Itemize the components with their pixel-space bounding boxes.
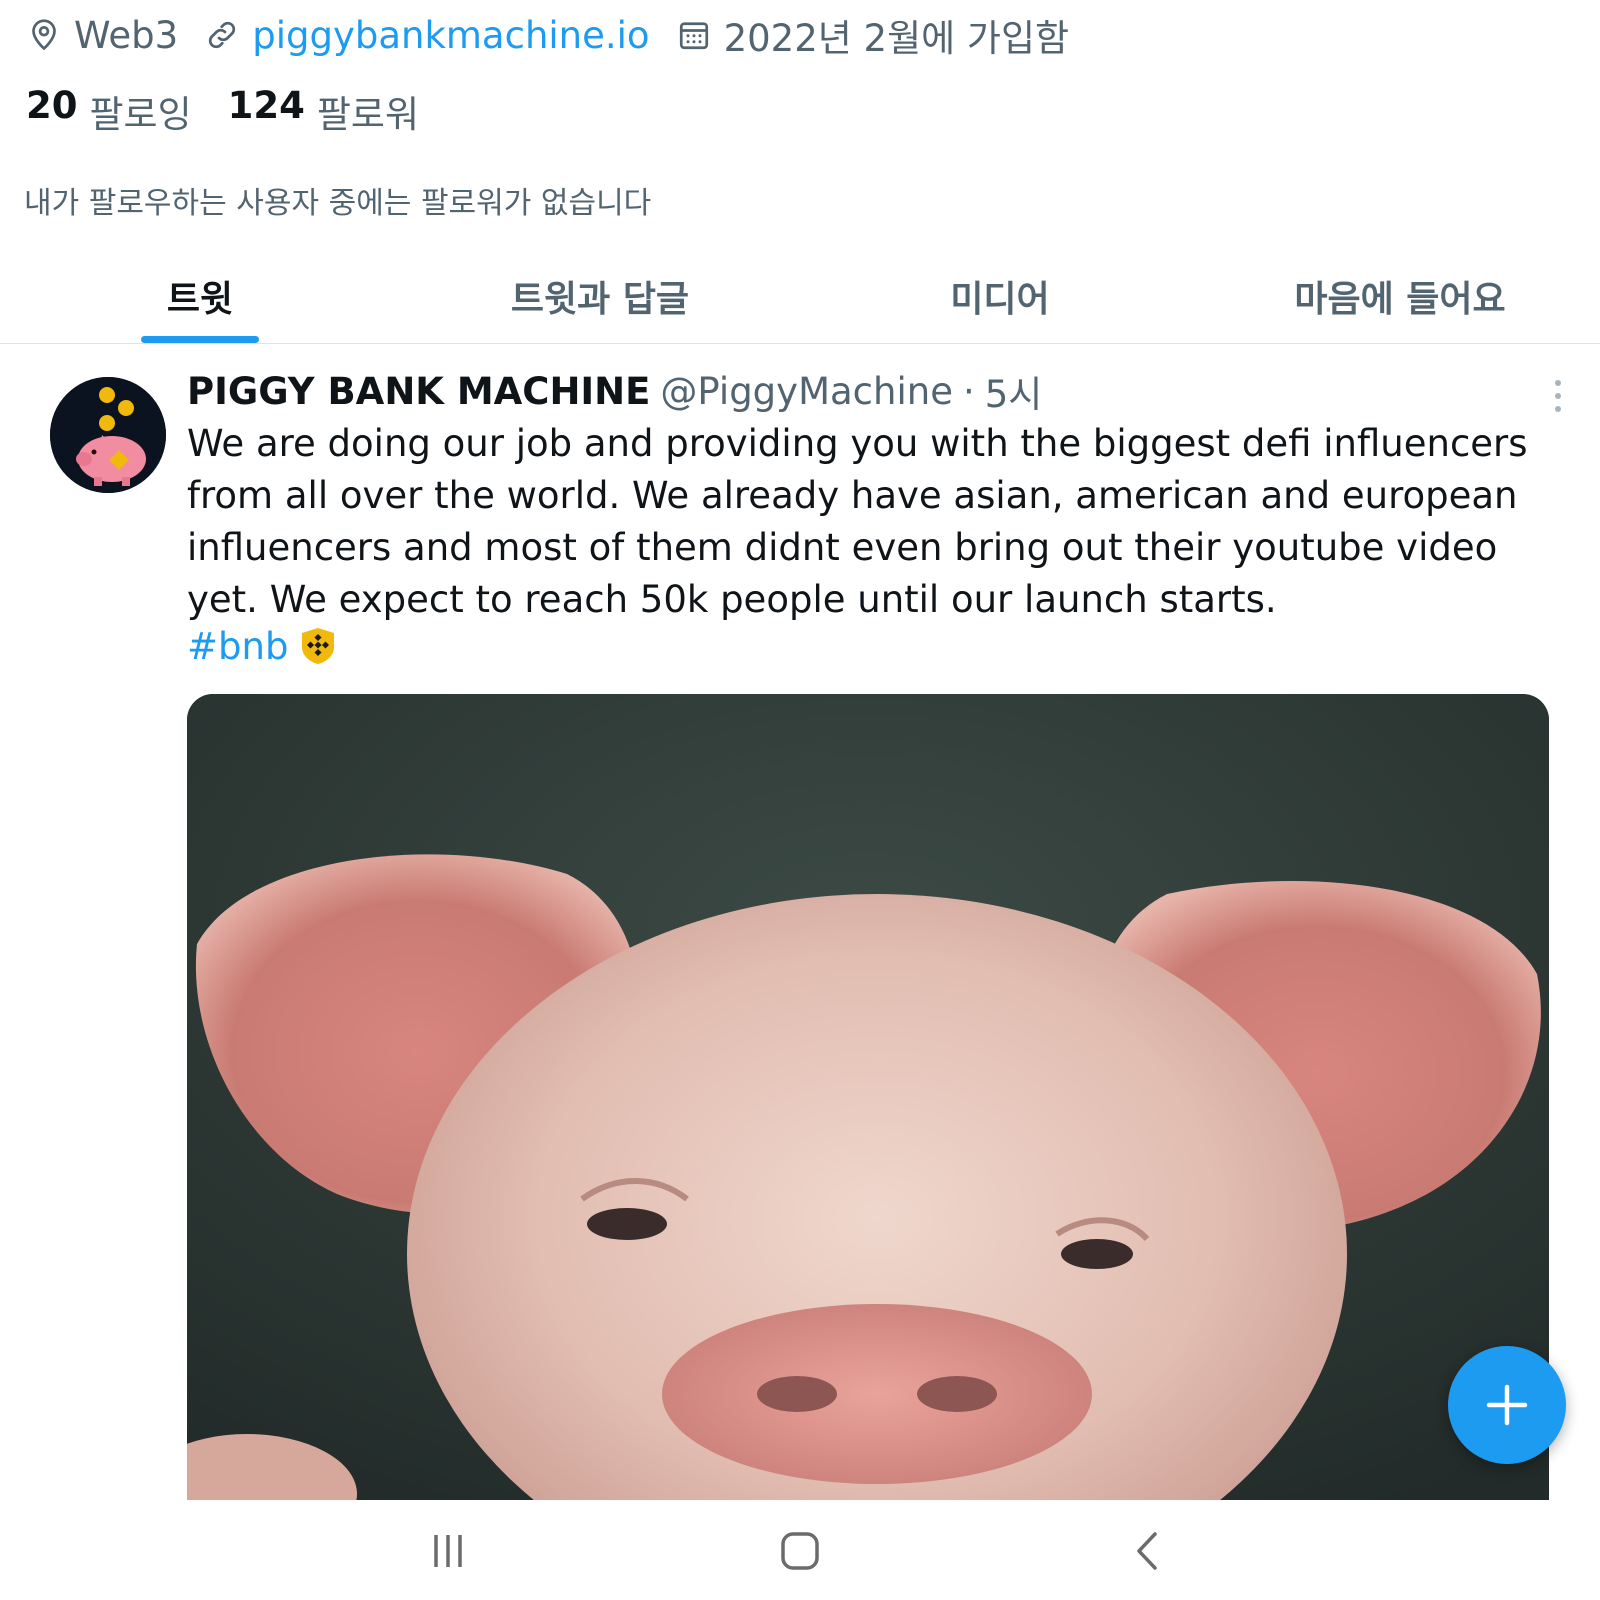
website-link[interactable]: piggybankmachine.io (252, 14, 649, 57)
system-navigation-bar (0, 1500, 1600, 1600)
recents-button[interactable] (418, 1526, 478, 1576)
compose-tweet-button[interactable] (1448, 1346, 1566, 1464)
tab-media[interactable]: 미디어 (800, 250, 1200, 343)
calendar-icon (679, 22, 708, 50)
followers-you-know-note: 내가 팔로우하는 사용자 중에는 팔로워가 없습니다 (24, 186, 652, 221)
tweet-timestamp[interactable]: 5시 (985, 364, 1043, 418)
tweet-media-image[interactable] (187, 694, 1549, 1500)
piggy-bank-logo (50, 377, 166, 493)
author-handle[interactable]: @PiggyMachine (660, 370, 953, 413)
hashtag-link[interactable]: #bnb (187, 625, 288, 668)
profile-website[interactable]: piggybankmachine.io (204, 14, 650, 57)
profile-location: Web3 (26, 14, 178, 57)
following-label: 팔로잉 (89, 93, 192, 136)
tweet-card[interactable]: PIGGY BANK MACHINE @PiggyMachine · 5시 We… (0, 344, 1600, 1500)
profile-joined: 2022년 2월에 가입함 (676, 8, 1069, 62)
followers-label: 팔로워 (316, 93, 419, 136)
home-button[interactable] (770, 1526, 830, 1576)
tweet-text: We are doing our job and providing you w… (187, 422, 1528, 621)
tab-tweets-and-replies[interactable]: 트윗과 답글 (400, 250, 800, 343)
recents-icon (434, 1535, 462, 1567)
profile-meta: Web3 piggybankmachine.io 2022년 2월에 가입함 (26, 10, 1081, 60)
author-name[interactable]: PIGGY BANK MACHINE (187, 370, 650, 413)
active-tab-indicator (141, 336, 259, 343)
joined-text: 2022년 2월에 가입함 (723, 17, 1070, 60)
location-pin-icon (32, 19, 56, 51)
more-vertical-icon[interactable] (1546, 376, 1570, 416)
home-icon (781, 1532, 819, 1570)
tab-likes[interactable]: 마음에 들어요 (1200, 250, 1600, 343)
pig-photo (187, 694, 1549, 1500)
link-icon (209, 21, 236, 49)
tab-label: 트윗 (166, 279, 234, 320)
plus-icon (1486, 1384, 1528, 1426)
followers-link[interactable]: 124 팔로워 (228, 84, 419, 138)
followers-count: 124 (227, 84, 305, 127)
follow-stats: 20 팔로잉 124 팔로워 (26, 84, 419, 138)
tab-label: 마음에 들어요 (1294, 279, 1506, 320)
location-text: Web3 (74, 13, 179, 57)
separator-dot: · (962, 369, 975, 413)
bnb-icon (302, 628, 335, 664)
back-button[interactable] (1118, 1526, 1178, 1576)
hashtag-row: #bnb (187, 622, 336, 670)
tab-label: 트윗과 답글 (510, 279, 690, 320)
profile-tabs: 트윗 트윗과 답글 미디어 마음에 들어요 (0, 250, 1600, 344)
following-link[interactable]: 20 팔로잉 (26, 84, 192, 138)
back-icon (1137, 1532, 1157, 1570)
tab-tweets[interactable]: 트윗 (0, 250, 400, 343)
following-count: 20 (26, 84, 78, 127)
avatar[interactable] (50, 377, 166, 493)
tweet-header: PIGGY BANK MACHINE @PiggyMachine · 5시 (187, 364, 1042, 418)
tab-label: 미디어 (950, 279, 1050, 320)
